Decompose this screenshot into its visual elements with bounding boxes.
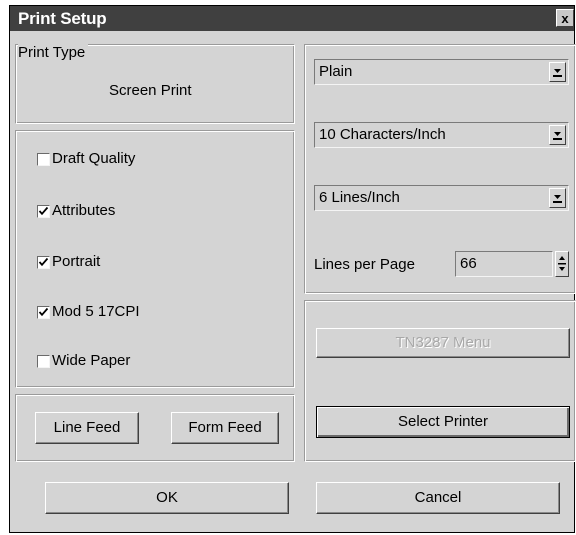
draft-quality-check-box[interactable] [37,153,50,166]
checkmark-icon [38,307,49,317]
dropdown-arrow-icon[interactable] [549,188,566,208]
line-density-value: 6 Lines/Inch [319,189,400,206]
dropdown-arrow-icon[interactable] [549,125,566,145]
select-printer-button[interactable]: Select Printer [316,406,570,438]
char-density-value: 10 Characters/Inch [319,126,446,143]
window-title: Print Setup [18,9,107,28]
lines-per-page-value: 66 [460,255,477,272]
checkmark-icon [38,257,49,267]
title-bar: Print Setup x [10,6,574,31]
line-feed-button[interactable]: Line Feed [35,412,139,444]
close-icon[interactable]: x [556,9,574,27]
dropdown-arrow-icon[interactable] [549,62,566,82]
attributes-check-box[interactable] [37,205,50,218]
ok-button[interactable]: OK [45,482,289,514]
lines-per-page-label: Lines per Page [314,256,415,273]
print-type-value: Screen Print [109,82,192,99]
portrait-label: Portrait [52,253,101,270]
font-style-value: Plain [319,63,353,80]
mod5-17cpi-check-box[interactable] [37,306,50,319]
checkmark-icon [38,206,49,216]
wide-paper-check-box[interactable] [37,355,50,368]
mod5-17cpi-label: Mod 5 17CPI [52,303,140,320]
tn3287-menu-button[interactable]: TN3287 Menu [316,328,570,358]
attributes-label: Attributes [52,202,116,219]
line-density-dropdown[interactable]: 6 Lines/Inch [314,185,569,211]
wide-paper-label: Wide Paper [52,352,131,369]
portrait-check-box[interactable] [37,256,50,269]
print-type-label: Print Type [18,44,89,61]
lines-per-page-input[interactable]: 66 [455,251,553,277]
spinner-arrows-icon[interactable] [555,251,569,277]
draft-quality-label: Draft Quality [52,150,136,167]
print-setup-dialog: Print Setup x Print Type Screen Print Dr… [9,5,576,533]
char-density-dropdown[interactable]: 10 Characters/Inch [314,122,569,148]
form-feed-button[interactable]: Form Feed [171,412,279,444]
font-style-dropdown[interactable]: Plain [314,59,569,85]
cancel-button[interactable]: Cancel [316,482,560,514]
